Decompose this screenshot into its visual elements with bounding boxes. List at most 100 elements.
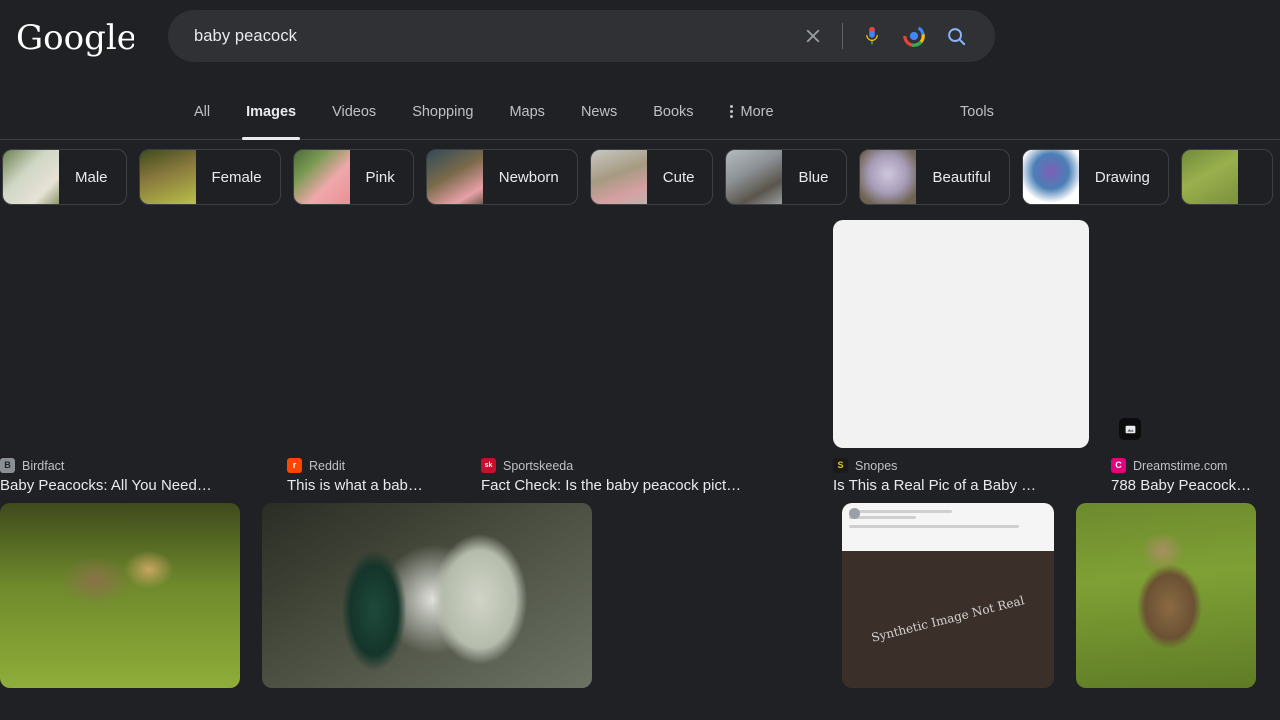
svg-text:Google: Google — [16, 18, 134, 58]
image-result-card[interactable] — [614, 503, 820, 688]
source-name: Reddit — [309, 459, 345, 473]
result-meta: r Reddit This is what a bab… — [287, 448, 459, 495]
result-title[interactable]: Is This a Real Pic of a Baby … — [833, 477, 1089, 495]
result-thumbnail[interactable] — [481, 220, 811, 448]
source-name: Sportskeeda — [503, 459, 573, 473]
filter-chip-pink[interactable]: Pink — [293, 149, 414, 205]
chip-label: Male — [59, 169, 126, 186]
tab-maps[interactable]: Maps — [491, 84, 562, 139]
filter-chip-next[interactable] — [1181, 149, 1273, 205]
filter-chip-row[interactable]: Male Female Pink Newborn Cute Blue Beaut… — [0, 140, 1280, 214]
image-result-card[interactable]: B Birdfact Baby Peacocks: All You Need… — [0, 220, 265, 495]
tab-list: All Images Videos Shopping Maps News Boo… — [180, 84, 792, 139]
result-title[interactable]: Baby Peacocks: All You Need… — [0, 477, 265, 495]
filter-chip-beautiful[interactable]: Beautiful — [859, 149, 1009, 205]
chip-label: Newborn — [483, 169, 577, 186]
result-image — [878, 551, 1018, 688]
page-header: Google — [0, 0, 1280, 84]
source-name: Dreamstime.com — [1133, 459, 1227, 473]
result-thumbnail[interactable] — [614, 503, 820, 688]
favicon-icon: S — [833, 458, 848, 473]
result-image — [481, 220, 646, 448]
tab-more[interactable]: More — [712, 84, 792, 139]
results-row-1: B Birdfact Baby Peacocks: All You Need… … — [0, 220, 1280, 495]
tools-button[interactable]: Tools — [960, 84, 994, 139]
image-result-card[interactable]: r Reddit This is what a bab… — [287, 220, 459, 495]
search-icon[interactable] — [935, 15, 977, 57]
result-title[interactable]: This is what a bab… — [287, 477, 459, 495]
result-title[interactable]: 788 Baby Peacock… — [1111, 477, 1280, 495]
search-area — [150, 10, 995, 62]
result-image — [0, 503, 240, 688]
search-bar[interactable] — [168, 10, 995, 62]
filter-chip-female[interactable]: Female — [139, 149, 281, 205]
chip-label: Female — [196, 169, 280, 186]
result-image — [262, 503, 592, 688]
favicon-icon: r — [287, 458, 302, 473]
search-divider — [842, 23, 843, 49]
result-title[interactable]: Fact Check: Is the baby peacock pict… — [481, 477, 811, 495]
image-result-card[interactable]: S Snopes Is This a Real Pic of a Baby … — [833, 220, 1089, 495]
image-result-card[interactable]: Synthetic Image Not Real — [842, 503, 1054, 688]
image-result-card[interactable]: sk Sportskeeda Fact Check: Is the baby p… — [481, 220, 811, 495]
tab-label: Maps — [509, 104, 544, 120]
result-thumbnail[interactable] — [1111, 220, 1280, 448]
microphone-icon[interactable] — [851, 15, 893, 57]
chip-label: Cute — [647, 169, 713, 186]
result-image-frame — [877, 245, 1046, 423]
tab-shopping[interactable]: Shopping — [394, 84, 491, 139]
result-meta: S Snopes Is This a Real Pic of a Baby … — [833, 448, 1089, 495]
result-thumbnail[interactable] — [262, 503, 592, 688]
result-thumbnail[interactable] — [0, 220, 265, 448]
tab-all[interactable]: All — [180, 84, 228, 139]
close-icon[interactable] — [792, 15, 834, 57]
tab-label: Images — [246, 104, 296, 120]
filter-chip-male[interactable]: Male — [2, 149, 127, 205]
result-image-secondary — [646, 220, 811, 448]
search-input[interactable] — [194, 27, 792, 46]
google-logo[interactable]: Google — [0, 10, 150, 58]
filter-chip-cute[interactable]: Cute — [590, 149, 714, 205]
more-vertical-icon — [730, 103, 733, 120]
image-result-card[interactable] — [262, 503, 592, 688]
search-bar-icons — [792, 15, 977, 57]
image-result-card[interactable]: C Dreamstime.com 788 Baby Peacock… — [1111, 220, 1280, 495]
result-meta: sk Sportskeeda Fact Check: Is the baby p… — [481, 448, 811, 495]
tab-news[interactable]: News — [563, 84, 635, 139]
chip-thumbnail — [294, 149, 350, 205]
result-thumbnail[interactable] — [287, 220, 459, 448]
result-source: C Dreamstime.com — [1111, 458, 1280, 473]
image-result-card[interactable] — [1076, 503, 1256, 688]
tab-label: Shopping — [412, 104, 473, 120]
tab-label: More — [741, 104, 774, 120]
search-nav-tabs: All Images Videos Shopping Maps News Boo… — [0, 84, 1280, 140]
chip-thumbnail — [3, 149, 59, 205]
result-thumbnail[interactable] — [0, 503, 240, 688]
result-source: r Reddit — [287, 458, 459, 473]
image-stack-badge-icon — [1119, 418, 1141, 440]
result-thumbnail[interactable] — [1076, 503, 1256, 688]
result-thumbnail[interactable] — [833, 220, 1089, 448]
chip-thumbnail — [1182, 149, 1238, 205]
social-post-header — [842, 503, 1054, 551]
avatar — [849, 508, 860, 519]
chip-label: Pink — [350, 169, 413, 186]
tab-books[interactable]: Books — [635, 84, 711, 139]
filter-chip-blue[interactable]: Blue — [725, 149, 847, 205]
chip-thumbnail — [1023, 149, 1079, 205]
tab-videos[interactable]: Videos — [314, 84, 394, 139]
filter-chip-newborn[interactable]: Newborn — [426, 149, 578, 205]
image-result-card[interactable] — [0, 503, 240, 688]
image-results-grid: B Birdfact Baby Peacocks: All You Need… … — [0, 214, 1280, 688]
result-image — [1076, 503, 1256, 688]
chip-label: Drawing — [1079, 169, 1168, 186]
lens-camera-icon[interactable] — [893, 15, 935, 57]
tab-images[interactable]: Images — [228, 84, 314, 139]
result-thumbnail[interactable]: Synthetic Image Not Real — [842, 503, 1054, 688]
result-image — [614, 503, 820, 688]
result-image — [877, 245, 1046, 423]
source-name: Birdfact — [22, 459, 64, 473]
favicon-icon: B — [0, 458, 15, 473]
filter-chip-drawing[interactable]: Drawing — [1022, 149, 1169, 205]
chip-thumbnail — [140, 149, 196, 205]
